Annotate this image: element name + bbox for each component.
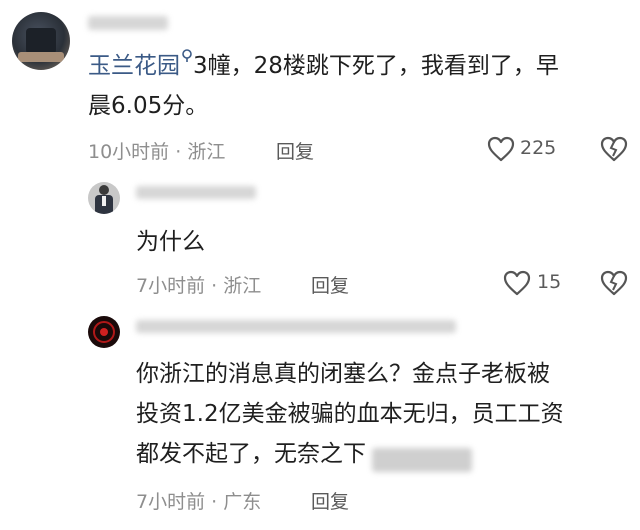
heart-outline-icon[interactable]: [503, 270, 531, 296]
location: 浙江: [223, 275, 262, 297]
comment-text-line2: 投资1.2亿美金被骗的血本无归，员工工资: [136, 401, 564, 427]
heart-outline-icon[interactable]: [487, 136, 515, 162]
broken-heart-icon[interactable]: [600, 270, 628, 296]
comment-text: 为什么: [136, 229, 205, 255]
timestamp: 7小时前: [136, 491, 206, 513]
reply-button[interactable]: 回复: [276, 137, 314, 164]
comment-text: 玉兰花园 3幢，28楼跳下死了，我看到了，早 晨6.05分。: [88, 46, 633, 126]
like-count: 225: [520, 137, 557, 159]
location: 广东: [223, 491, 262, 513]
comment-text-line3: 都发不起了，无奈之下: [136, 441, 366, 467]
text-redacted: [372, 448, 472, 472]
timestamp: 10小时前: [88, 141, 170, 163]
broken-heart-icon[interactable]: [600, 136, 628, 162]
comment-meta: 7小时前 · 广东: [136, 487, 261, 514]
comment-meta: 7小时前 · 浙江: [136, 271, 261, 298]
timestamp: 7小时前: [136, 275, 206, 297]
comment-text-line1: 你浙江的消息真的闭塞么？金点子老板被: [136, 361, 550, 387]
reply-button[interactable]: 回复: [311, 271, 349, 298]
username-blurred[interactable]: [136, 186, 256, 199]
location-mention[interactable]: 玉兰花园: [88, 49, 193, 79]
separator: ·: [175, 141, 182, 163]
separator: ·: [211, 275, 218, 297]
location-pin-icon: [182, 49, 192, 62]
avatar[interactable]: [88, 316, 120, 348]
comment-meta: 10小时前 · 浙江: [88, 137, 225, 164]
comment-text-line2: 晨6.05分。: [88, 93, 209, 119]
comment-text-line1: 3幢，28楼跳下死了，我看到了，早: [193, 53, 559, 79]
location: 浙江: [187, 141, 226, 163]
like-count: 15: [537, 271, 562, 293]
avatar[interactable]: [88, 182, 120, 214]
username-blurred[interactable]: [88, 16, 168, 30]
avatar[interactable]: [12, 12, 70, 70]
separator: ·: [211, 491, 218, 513]
reply-button[interactable]: 回复: [311, 487, 349, 514]
username-blurred[interactable]: [136, 320, 456, 333]
